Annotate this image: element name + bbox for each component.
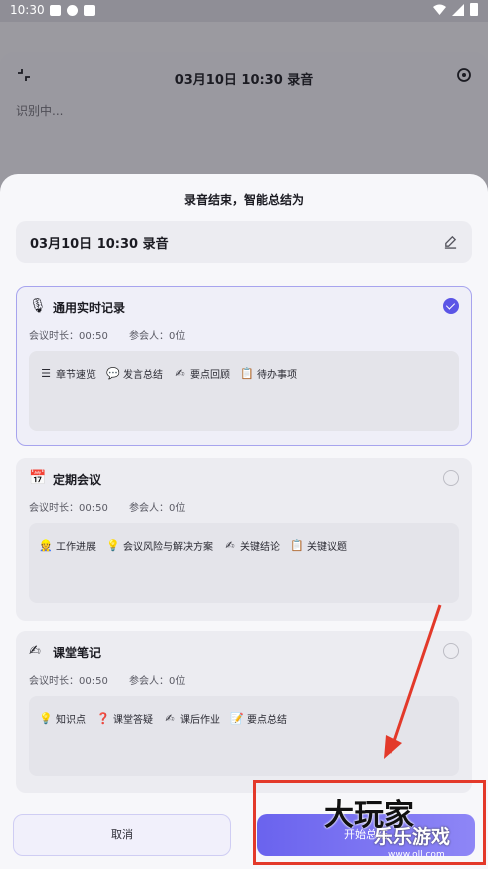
card-title: 定期会议	[53, 473, 102, 487]
tag-list: 💡 知识点 ❓ 课堂答疑 ✍ 课后作业 📝 要点总结	[39, 711, 287, 726]
sheet-title: 录音结束，智能总结为	[183, 193, 304, 207]
card-tags-panel: ☰ 章节速览 💬 发言总结 ✍ 要点回顾 📋 待办事项	[29, 351, 459, 431]
tag: 💡 会议风险与解决方案	[106, 538, 213, 553]
worker-icon: 👷	[39, 539, 53, 552]
wifi-icon	[433, 4, 446, 15]
tag-label: 关键结论	[240, 542, 280, 553]
meeting-duration: 会议时长：00:50	[29, 503, 108, 514]
tag: 📋 待办事项	[240, 366, 297, 381]
tag: 💡 知识点	[39, 711, 86, 726]
card-meta: 会议时长：00:50 参会人：0位	[29, 672, 203, 687]
tag-label: 课堂答疑	[113, 715, 153, 726]
recording-name: 03月10日 10:30 录音	[30, 237, 169, 252]
pen-icon: ✍	[165, 712, 175, 725]
meeting-duration: 会议时长：00:50	[29, 331, 108, 342]
calendar-icon: 📅	[29, 470, 47, 486]
pen-icon: ✍	[29, 643, 41, 659]
tag: ☰ 章节速览	[39, 366, 96, 381]
tag-label: 课后作业	[180, 715, 220, 726]
radio-selected[interactable]	[443, 298, 459, 314]
tag-label: 章节速览	[56, 370, 96, 381]
template-card-regular-meeting[interactable]: 📅 定期会议 会议时长：00:50 参会人：0位 👷 工作进展 💡 会议风险与解决方…	[16, 458, 472, 621]
edit-icon: 📝	[230, 712, 244, 725]
microphone-icon: 🎙	[29, 298, 47, 314]
tag: ✍ 课后作业	[163, 711, 220, 726]
card-meta: 会议时长：00:50 参会人：0位	[29, 327, 203, 342]
tag: 📝 要点总结	[230, 711, 287, 726]
checklist-icon: 📋	[240, 367, 254, 380]
meeting-duration: 会议时长：00:50	[29, 676, 108, 687]
tag: 💬 发言总结	[106, 366, 163, 381]
pen-icon: ✍	[175, 367, 185, 380]
tag: 📋 关键议题	[290, 538, 347, 553]
recording-name-field[interactable]: 03月10日 10:30 录音	[16, 221, 472, 263]
chat-icon: 💬	[106, 367, 120, 380]
tag-label: 要点回顾	[190, 370, 230, 381]
card-tags-panel: 👷 工作进展 💡 会议风险与解决方案 ✍ 关键结论 📋 关键议题	[29, 523, 459, 603]
status-bar: 10:30	[0, 0, 488, 22]
battery-icon	[470, 3, 478, 16]
tag: ✍ 关键结论	[223, 538, 280, 553]
tag: ❓ 课堂答疑	[96, 711, 153, 726]
tag: ✍ 要点回顾	[173, 366, 230, 381]
bulb-icon: 💡	[39, 712, 53, 725]
status-time: 10:30	[10, 3, 45, 17]
page-title: 03月10日 10:30 录音	[174, 73, 314, 88]
settings-icon[interactable]	[456, 67, 472, 83]
tag-label: 待办事项	[257, 370, 297, 381]
notification-icon	[50, 5, 61, 16]
signal-icon	[452, 3, 464, 16]
tag-label: 发言总结	[123, 370, 163, 381]
tag-list: 👷 工作进展 💡 会议风险与解决方案 ✍ 关键结论 📋 关键议题	[39, 538, 347, 553]
recognition-status: 识别中...	[16, 104, 64, 118]
participants-count: 参会人：0位	[129, 676, 186, 687]
notification-icon	[67, 5, 78, 16]
tag-list: ☰ 章节速览 💬 发言总结 ✍ 要点回顾 📋 待办事项	[39, 366, 297, 381]
card-meta: 会议时长：00:50 参会人：0位	[29, 499, 203, 514]
tag-label: 会议风险与解决方案	[123, 542, 213, 553]
system-icons	[433, 3, 478, 16]
summary-sheet: 录音结束，智能总结为 03月10日 10:30 录音 🎙 通用实时记录 会议时长…	[0, 174, 488, 869]
bulb-icon: 💡	[106, 539, 120, 552]
participants-count: 参会人：0位	[129, 503, 186, 514]
cancel-button[interactable]: 取消	[13, 814, 231, 856]
participants-count: 参会人：0位	[129, 331, 186, 342]
list-icon: ☰	[41, 367, 51, 380]
qa-icon: ❓	[96, 712, 110, 725]
watermark-url: www.oll.com	[388, 850, 445, 860]
card-title: 通用实时记录	[53, 301, 126, 315]
tag-label: 要点总结	[247, 715, 287, 726]
annotation-arrow	[384, 604, 442, 759]
checklist-icon: 📋	[290, 539, 304, 552]
notification-icons	[50, 5, 95, 16]
pen-icon: ✍	[225, 539, 235, 552]
tag-label: 关键议题	[307, 542, 347, 553]
card-title: 课堂笔记	[53, 646, 102, 660]
radio-unselected[interactable]	[443, 470, 459, 486]
notification-icon	[84, 5, 95, 16]
tag: 👷 工作进展	[39, 538, 96, 553]
tag-label: 工作进展	[56, 542, 96, 553]
tag-label: 知识点	[56, 715, 86, 726]
watermark-text: 乐乐游戏	[374, 826, 451, 848]
template-card-general[interactable]: 🎙 通用实时记录 会议时长：00:50 参会人：0位 ☰ 章节速览 💬 发言总结 ✍…	[16, 286, 472, 446]
edit-icon[interactable]	[443, 234, 458, 249]
